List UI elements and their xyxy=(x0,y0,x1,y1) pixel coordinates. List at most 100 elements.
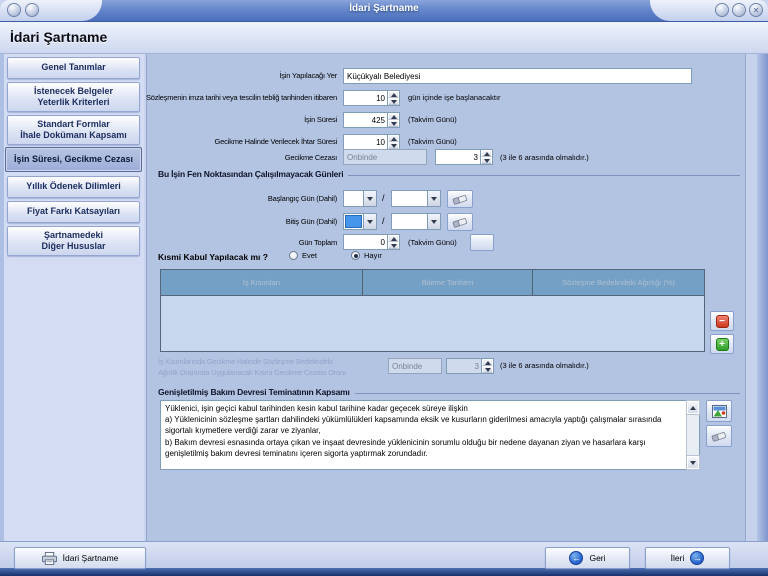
sidebar-item-isin-suresi[interactable]: İşin Süresi, Gecikme Cezası xyxy=(5,147,142,172)
sidebar-item-label: Yıllık Ödenek Dilimleri xyxy=(26,181,121,192)
start-month-combo[interactable] xyxy=(391,190,441,207)
sidebar-item-fiyat-farki[interactable]: Fiyat Farkı Katsayıları xyxy=(7,201,140,223)
sure-spinner[interactable]: 425 xyxy=(343,112,400,128)
eraser-icon xyxy=(452,217,468,228)
chevron-down-icon[interactable] xyxy=(427,214,440,229)
combo-field xyxy=(392,191,427,206)
sidebar-item-label: Standart Formlar İhale Dokümanı Kapsamı xyxy=(20,119,127,142)
total-days-label: Gün Toplam xyxy=(299,238,337,247)
remove-row-button[interactable]: − xyxy=(710,311,734,331)
partial-penalty-label: İş Kısımlarında Gecikme Halinde Sözleşme… xyxy=(158,357,398,378)
total-days-suffix: (Takvim Günü) xyxy=(408,238,457,247)
close-button[interactable]: ✕ xyxy=(749,3,763,17)
spinner-buttons[interactable] xyxy=(480,150,492,164)
yer-input[interactable]: Küçükyalı Belediyesi xyxy=(343,68,692,84)
spin-down-icon[interactable] xyxy=(388,98,399,105)
spin-down-icon[interactable] xyxy=(481,157,492,164)
spinner-buttons[interactable] xyxy=(387,135,399,149)
ihtar-spinner[interactable]: 10 xyxy=(343,134,400,150)
chevron-down-icon[interactable] xyxy=(363,214,376,229)
ceza-label: Gecikme Cezası xyxy=(285,153,337,162)
total-days-spinner[interactable]: 0 xyxy=(343,234,400,250)
end-month-combo[interactable] xyxy=(391,213,441,230)
sidebar-item-yillik-odenek[interactable]: Yıllık Ödenek Dilimleri xyxy=(7,176,140,198)
sidebar-item-standart-formlar[interactable]: Standart Formlar İhale Dokümanı Kapsamı xyxy=(7,115,140,145)
combo-field-selected xyxy=(345,215,362,228)
total-days-action-button[interactable] xyxy=(470,234,494,251)
spinner-buttons[interactable] xyxy=(387,91,399,105)
date-separator: / xyxy=(382,193,385,203)
maintenance-text[interactable]: Yüklenici, işin geçici kabul tarihinden … xyxy=(161,401,686,469)
sidebar-item-label: İstenecek Belgeler Yeterlik Kriterleri xyxy=(34,86,113,109)
radio-hayir[interactable]: Hayır xyxy=(351,251,382,260)
radio-evet[interactable]: Evet xyxy=(289,251,317,260)
spin-up-icon[interactable] xyxy=(481,150,492,157)
maintenance-section-title: Genişletilmiş Bakım Devresi Teminatının … xyxy=(158,387,740,397)
sidebar-item-label: Şartnamedeki Diğer Hususlar xyxy=(41,230,105,253)
page-title: İdari Şartname xyxy=(10,22,107,53)
sidebar-item-istenecek-belgeler[interactable]: İstenecek Belgeler Yeterlik Kriterleri xyxy=(7,82,140,112)
scroll-down-icon[interactable] xyxy=(687,456,699,469)
sidebar-item-label: Fiyat Farkı Katsayıları xyxy=(27,206,120,217)
workdays-section-title: Bu İşin Fen Noktasından Çalışılmayacak G… xyxy=(158,169,740,179)
imza-spinner[interactable]: 10 xyxy=(343,90,400,106)
column-header-is-kisimlari: İş Kısımları xyxy=(161,270,363,295)
spin-up-icon[interactable] xyxy=(388,91,399,98)
textarea-scrollbar[interactable] xyxy=(686,401,699,469)
chevron-down-icon[interactable] xyxy=(427,191,440,206)
spin-up-icon[interactable] xyxy=(388,235,399,242)
sidebar-item-genel-tanimlar[interactable]: Genel Tanımlar xyxy=(7,57,140,79)
imza-value: 10 xyxy=(344,94,387,103)
partial-penalty-unit-field: Onbinde xyxy=(388,358,442,374)
end-day-combo[interactable] xyxy=(343,213,377,230)
end-clear-button[interactable] xyxy=(447,213,473,231)
radio-icon xyxy=(289,251,298,260)
end-day-label: Bitiş Gün (Dahil) xyxy=(286,217,337,226)
workdays-section-label: Bu İşin Fen Noktasından Çalışılmayacak G… xyxy=(158,169,343,179)
scroll-up-icon[interactable] xyxy=(687,401,699,414)
sidebar-item-sartnamedeki-diger[interactable]: Şartnamedeki Diğer Hususlar xyxy=(7,226,140,256)
combo-field xyxy=(392,214,427,229)
start-day-label: Başlangıç Gün (Dahil) xyxy=(268,194,337,203)
spin-up-icon[interactable] xyxy=(388,135,399,142)
maximize-button[interactable] xyxy=(732,3,746,17)
maintenance-clear-button[interactable] xyxy=(706,425,732,447)
partial-acceptance-table[interactable]: İş Kısımları Bitirme Tarihleri Sözleşme … xyxy=(160,269,705,352)
column-header-bitirme-tarihleri: Bitirme Tarihleri xyxy=(363,270,533,295)
plus-icon: + xyxy=(716,338,729,351)
chevron-down-icon[interactable] xyxy=(363,191,376,206)
add-row-button[interactable]: + xyxy=(710,334,734,354)
back-arrow-icon: ← xyxy=(569,551,583,565)
maintenance-textarea[interactable]: Yüklenici, işin geçici kabul tarihinden … xyxy=(160,400,700,470)
radio-label: Evet xyxy=(302,251,317,260)
window-left-edge xyxy=(0,54,4,541)
spinner-buttons xyxy=(481,359,493,373)
print-button-label: İdari Şartname xyxy=(63,553,119,563)
insert-template-button[interactable] xyxy=(706,400,732,422)
radio-icon xyxy=(351,251,360,260)
print-idari-sartname-button[interactable]: İdari Şartname xyxy=(14,547,146,569)
sure-value: 425 xyxy=(344,116,387,125)
minimize-button[interactable] xyxy=(715,3,729,17)
spinner-buttons[interactable] xyxy=(387,113,399,127)
section-rule xyxy=(348,175,740,176)
ceza-unit-field: Onbinde xyxy=(343,149,427,165)
partial-penalty-suffix: (3 ile 6 arasında olmalıdır.) xyxy=(500,361,589,370)
content-right-gutter xyxy=(747,54,757,541)
section-rule xyxy=(355,393,740,394)
start-day-combo[interactable] xyxy=(343,190,377,207)
spin-down-icon[interactable] xyxy=(388,242,399,249)
spin-up-icon[interactable] xyxy=(388,113,399,120)
back-button-label: Geri xyxy=(589,553,605,563)
spin-down-icon[interactable] xyxy=(388,142,399,149)
title-bar[interactable]: İdari Şartname ✕ xyxy=(0,0,768,22)
table-body-empty[interactable] xyxy=(161,295,704,351)
next-button[interactable]: İleri → xyxy=(645,547,730,569)
spinner-buttons[interactable] xyxy=(387,235,399,249)
ihtar-label: Gecikme Halinde Verilecek İhtar Süresi xyxy=(215,137,337,146)
back-button[interactable]: ← Geri xyxy=(545,547,630,569)
spin-down-icon[interactable] xyxy=(388,120,399,127)
start-clear-button[interactable] xyxy=(447,190,473,208)
ceza-spinner[interactable]: 3 xyxy=(435,149,493,165)
yer-label: İşin Yapılacağı Yer xyxy=(279,71,337,80)
